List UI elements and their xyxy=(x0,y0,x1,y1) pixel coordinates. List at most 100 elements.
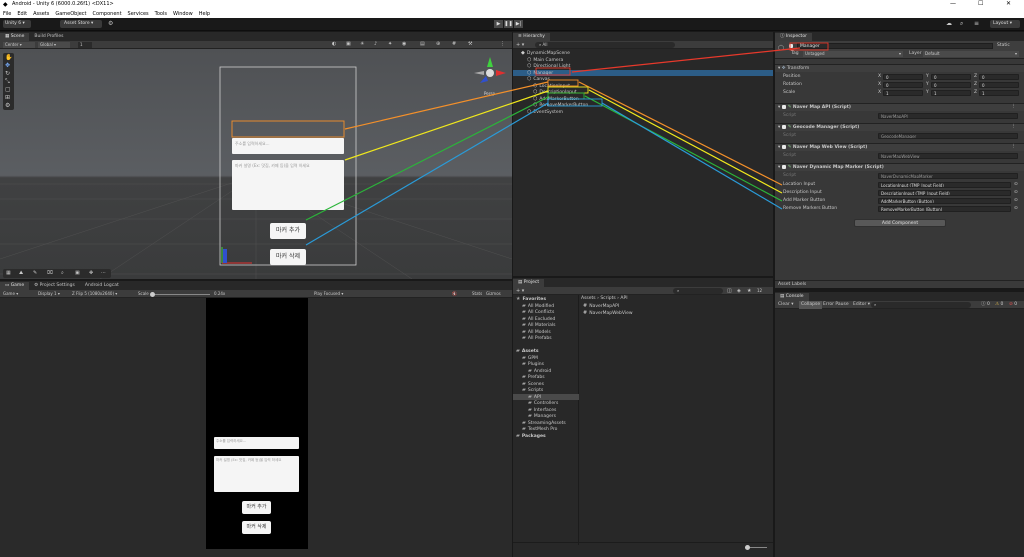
marker-field-value[interactable]: LocationInput (TMP_Input Field) xyxy=(878,182,1011,188)
paint-icon[interactable]: ✎ xyxy=(33,270,37,276)
transform-position-y-field[interactable]: 0 xyxy=(931,74,971,80)
object-name-field[interactable]: Manager xyxy=(797,43,993,49)
transform-rotation-y-field[interactable]: 0 xyxy=(931,82,971,88)
asset-store-button[interactable]: Asset Store ▾ xyxy=(60,20,102,28)
navigation-icon[interactable]: ✥ xyxy=(89,270,93,276)
scene-add-marker-button[interactable]: 마커 추가 xyxy=(270,223,306,239)
marker-field-value[interactable]: DescriptionInput (TMP_Input Field) xyxy=(878,190,1011,196)
game-device-screen[interactable]: 주소를 입력하세요... 마커 설명 (Ex: 맛집, 카페 등)을 입력 하세… xyxy=(206,298,308,549)
pause-button[interactable]: ❚❚ xyxy=(504,20,513,28)
transform-position-z-field[interactable]: 0 xyxy=(979,74,1019,80)
breadcrumb-assets[interactable]: Assets xyxy=(581,296,596,301)
marker-field-value[interactable]: AddMarkerButton (Button) xyxy=(878,198,1011,204)
game-remove-marker-button[interactable]: 마커 삭제 xyxy=(242,521,271,534)
object-picker-icon[interactable]: ⊙ xyxy=(1014,197,1018,205)
component-enabled-checkbox[interactable] xyxy=(781,124,786,129)
effects-toggle-icon[interactable]: ✦ xyxy=(388,41,392,47)
transform-tool-icon[interactable]: ⊞ xyxy=(5,94,10,101)
hierarchy-item[interactable]: ⬡ EventSystem xyxy=(513,109,773,116)
object-picker-icon[interactable]: ⊙ xyxy=(1014,181,1018,189)
play-button[interactable]: ▶ xyxy=(494,20,503,28)
display-dropdown[interactable]: Display 1 ▾ xyxy=(38,290,60,298)
grid-snap-icon[interactable]: ▦ xyxy=(6,270,11,276)
snap-field[interactable]: 1 xyxy=(78,42,92,48)
search-icon[interactable]: ⌕ xyxy=(960,20,963,28)
gizmos-button[interactable]: Gizmos xyxy=(486,290,501,298)
game-description-input[interactable]: 마커 설명 (Ex: 맛집, 카페 등)을 입력 하세요 xyxy=(214,456,299,492)
menu-file[interactable]: File xyxy=(3,11,11,17)
error-count[interactable]: ⊘ 0 xyxy=(1009,301,1017,309)
error-pause-toggle[interactable]: Error Pause xyxy=(823,301,849,309)
resolution-dropdown[interactable]: Z Flip 5 (1080x2640) ▾ xyxy=(72,290,117,298)
breadcrumb-scripts[interactable]: Scripts xyxy=(600,296,615,301)
transform-rotation-x-field[interactable]: 0 xyxy=(883,82,923,88)
transform-scale-z-field[interactable]: 1 xyxy=(979,90,1019,96)
game-mode-dropdown[interactable]: Game ▾ xyxy=(3,290,18,298)
maximize-icon[interactable]: ☐ xyxy=(978,0,983,7)
filter-type-icon[interactable]: ◫ xyxy=(727,287,732,295)
scale-slider-handle[interactable] xyxy=(150,291,155,297)
overlay-menu-icon[interactable]: ⋯ xyxy=(101,270,106,276)
transform-rotation-z-field[interactable]: 0 xyxy=(979,82,1019,88)
menu-edit[interactable]: Edit xyxy=(17,11,27,17)
layout-dropdown[interactable]: Layout ▾ xyxy=(990,20,1020,28)
favorite-icon[interactable]: ★ xyxy=(747,287,751,295)
minimize-icon[interactable]: — xyxy=(950,0,956,7)
move-tool-icon[interactable]: ✥ xyxy=(5,62,10,69)
scene-orientation-gizmo[interactable] xyxy=(472,55,508,91)
tag-dropdown[interactable]: Untagged ▾ xyxy=(803,51,903,57)
hierarchy-search[interactable]: ⌕ All xyxy=(535,42,675,48)
menu-component[interactable]: Component xyxy=(93,11,122,17)
tab-project[interactable]: ▤ Project xyxy=(513,279,545,287)
project-search[interactable]: ⌕ xyxy=(673,288,723,294)
tab-build-profiles[interactable]: Build Profiles xyxy=(29,33,68,41)
menu-help[interactable]: Help xyxy=(199,11,210,17)
space-dropdown[interactable]: Global ▾ xyxy=(38,42,70,48)
component-enabled-checkbox[interactable] xyxy=(781,144,786,149)
component-header[interactable]: ▾ ✎ Naver Map API (Script) xyxy=(775,103,1024,111)
component-menu-icon[interactable]: ⋮ xyxy=(1011,123,1016,131)
active-checkbox[interactable] xyxy=(789,44,793,48)
step-button[interactable]: ▶| xyxy=(514,20,523,28)
shading-mode-icon[interactable]: ◐ xyxy=(332,41,336,47)
menu-tools[interactable]: Tools xyxy=(155,11,167,17)
filter-label-icon[interactable]: ◈ xyxy=(737,287,741,295)
terrain-icon[interactable]: ⛰ xyxy=(19,270,23,276)
object-picker-icon[interactable]: ⊙ xyxy=(1014,189,1018,197)
marker-field-value[interactable]: RemoveMarkerButton (Button) xyxy=(878,206,1011,212)
game-add-marker-button[interactable]: 마커 추가 xyxy=(242,501,271,514)
stats-button[interactable]: Stats xyxy=(472,290,482,298)
pivot-dropdown[interactable]: Center ▾ xyxy=(3,42,35,48)
tab-project-settings[interactable]: ⚙ Project Settings xyxy=(29,282,80,290)
component-menu-icon[interactable]: ⋮ xyxy=(1011,143,1016,151)
mute-audio-icon[interactable]: 🔇 xyxy=(452,290,457,298)
component-header[interactable]: ▾ ✎ Geocode Manager (Script) xyxy=(775,123,1024,131)
tab-hierarchy[interactable]: ≡ Hierarchy xyxy=(513,33,550,41)
tab-inspector[interactable]: ⓘ Inspector xyxy=(775,33,812,41)
transform-position-x-field[interactable]: 0 xyxy=(883,74,923,80)
grid-toggle-icon[interactable]: # xyxy=(452,41,456,47)
camera-settings-icon[interactable]: ▤ xyxy=(420,41,425,47)
tab-console[interactable]: ▤ Console xyxy=(775,293,809,301)
close-icon[interactable]: ✕ xyxy=(1006,0,1011,7)
menu-services[interactable]: Services xyxy=(128,11,149,17)
warning-count[interactable]: ⚠ 0 xyxy=(995,301,1003,309)
gizmos-toggle-icon[interactable]: ⊕ xyxy=(436,41,440,47)
zoom-icon[interactable]: ⌕ xyxy=(61,270,64,276)
rotate-tool-icon[interactable]: ↻ xyxy=(5,70,10,77)
tab-scene[interactable]: ▦ Scene xyxy=(0,33,30,41)
project-tree-item[interactable]: ▰ Packages xyxy=(513,433,579,440)
lighting-toggle-icon[interactable]: ☀ xyxy=(360,41,364,47)
component-header[interactable]: ▾ ✎ Naver Map Web View (Script) xyxy=(775,143,1024,151)
hidden-objects-icon[interactable]: ◉ xyxy=(402,41,406,47)
layers-icon[interactable]: ≡ xyxy=(974,20,979,27)
scene-description-input[interactable]: 마커 설명 (Ex: 맛집, 카페 등)을 입력 하세요 xyxy=(232,160,344,210)
transform-scale-x-field[interactable]: 1 xyxy=(883,90,923,96)
play-focused-dropdown[interactable]: Play Focused ▾ xyxy=(314,290,343,298)
component-enabled-checkbox[interactable] xyxy=(781,104,786,109)
scene-viewport[interactable]: 주소를 입력하세요... 마커 설명 (Ex: 맛집, 카페 등)을 입력 하세… xyxy=(0,49,512,279)
editor-dropdown[interactable]: Editor ▾ xyxy=(853,301,870,309)
icon-size-handle[interactable] xyxy=(745,544,750,550)
scale-slider-track[interactable] xyxy=(154,293,210,295)
project-create-icon[interactable]: + ▾ xyxy=(516,287,524,295)
